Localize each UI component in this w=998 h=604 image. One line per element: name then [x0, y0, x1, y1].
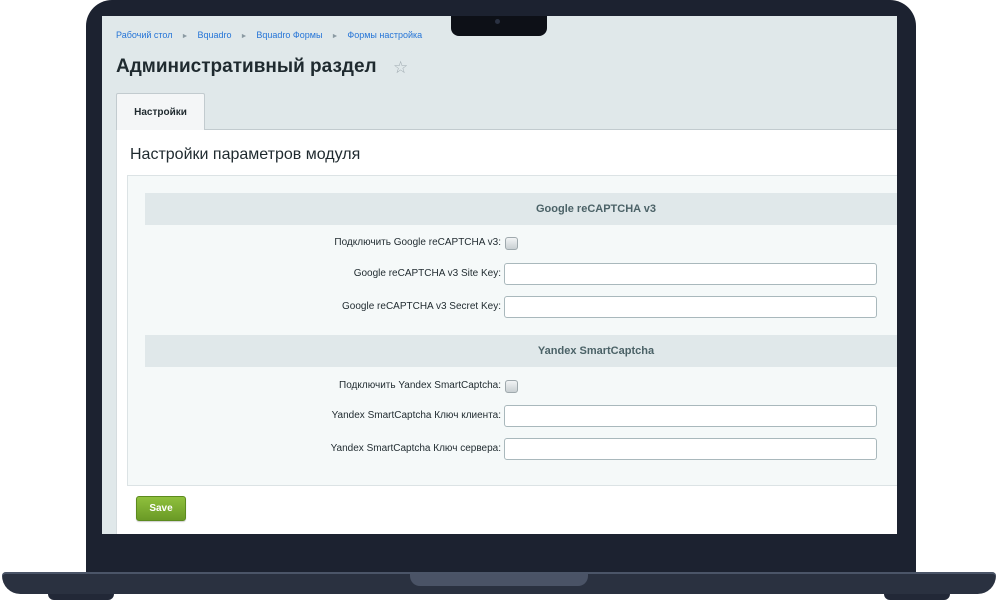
- camera-icon: [495, 19, 500, 24]
- chevron-right-icon: ►: [181, 33, 189, 40]
- section-title: Настройки параметров модуля: [130, 146, 361, 163]
- breadcrumb-item-desktop[interactable]: Рабочий стол: [116, 30, 173, 40]
- star-icon[interactable]: ☆: [393, 58, 408, 78]
- tab-bar: Настройки: [116, 93, 897, 130]
- breadcrumb-item-bquadro-forms[interactable]: Bquadro Формы: [256, 30, 322, 40]
- google-secret-key-input[interactable]: [504, 296, 877, 318]
- chevron-right-icon: ►: [240, 33, 248, 40]
- page-title: Административный раздел: [116, 56, 377, 77]
- google-secret-key-label: Google reCAPTCHA v3 Secret Key:: [342, 301, 501, 312]
- google-enable-label: Подключить Google reCAPTCHA v3:: [334, 237, 501, 248]
- breadcrumb: Рабочий стол ► Bquadro ► Bquadro Формы ► Формы…: [116, 30, 422, 40]
- breadcrumb-item-bquadro[interactable]: Bquadro: [197, 30, 231, 40]
- settings-content: Настройки параметров модуля Google reCAP…: [116, 130, 897, 534]
- yandex-client-key-label: Yandex SmartCaptcha Ключ клиента:: [331, 410, 501, 421]
- yandex-enable-checkbox[interactable]: [505, 380, 518, 393]
- save-button[interactable]: Save: [136, 496, 186, 521]
- yandex-enable-label: Подключить Yandex SmartCaptcha:: [339, 380, 501, 391]
- yandex-client-key-input[interactable]: [504, 405, 877, 427]
- laptop-hinge-groove: [410, 574, 588, 586]
- laptop-foot: [48, 594, 114, 600]
- yandex-smartcaptcha-heading: Yandex SmartCaptcha: [145, 335, 897, 367]
- settings-panel: Google reCAPTCHA v3 Подключить Google re…: [127, 175, 897, 486]
- tab-settings[interactable]: Настройки: [116, 93, 205, 130]
- google-site-key-input[interactable]: [504, 263, 877, 285]
- yandex-server-key-label: Yandex SmartCaptcha Ключ сервера:: [330, 443, 501, 454]
- breadcrumb-item-forms-settings[interactable]: Формы настройка: [347, 30, 422, 40]
- admin-screen: Рабочий стол ► Bquadro ► Bquadro Формы ► Формы…: [102, 16, 897, 534]
- google-enable-checkbox[interactable]: [505, 237, 518, 250]
- laptop-foot: [884, 594, 950, 600]
- google-recaptcha-heading: Google reCAPTCHA v3: [145, 193, 897, 225]
- google-site-key-label: Google reCAPTCHA v3 Site Key:: [353, 268, 501, 279]
- yandex-server-key-input[interactable]: [504, 438, 877, 460]
- chevron-right-icon: ►: [331, 33, 339, 40]
